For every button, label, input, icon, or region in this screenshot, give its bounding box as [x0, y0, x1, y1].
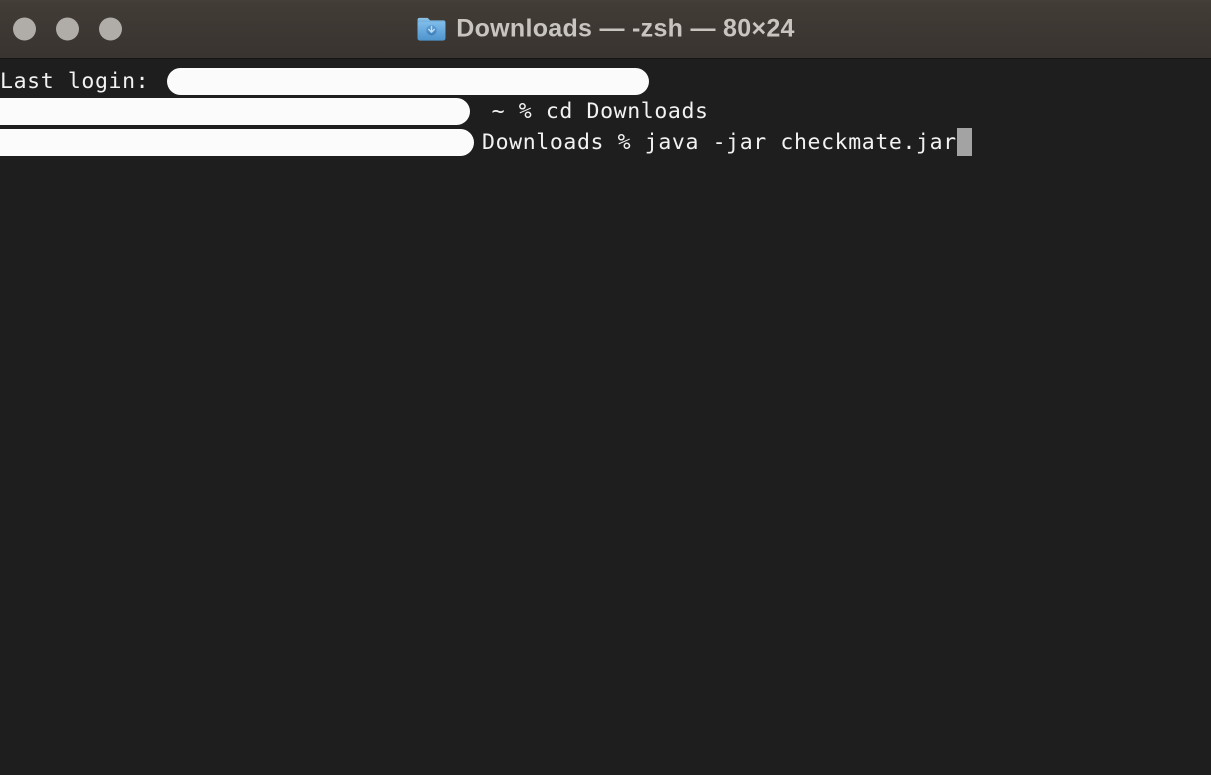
terminal-line-cd-downloads: ~ % cd Downloads	[0, 96, 1211, 126]
terminal-text-prefix: Last login:	[0, 68, 150, 94]
terminal-line-last-login: Last login:	[0, 66, 1211, 96]
window-title: Downloads — -zsh — 80×24	[456, 14, 795, 43]
downloads-folder-icon	[417, 17, 446, 41]
redaction-bar	[0, 128, 474, 156]
minimize-button[interactable]	[56, 17, 79, 41]
redaction-bar	[167, 67, 650, 95]
terminal-window: Downloads — -zsh — 80×24 Last login: ~ %…	[0, 0, 1211, 775]
terminal-screen[interactable]: Last login: ~ % cd Downloads Downloads %…	[0, 59, 1211, 775]
zoom-button[interactable]	[99, 17, 122, 41]
terminal-line-java-jar: Downloads % java -jar checkmate.jar	[0, 127, 1211, 157]
window-controls	[13, 17, 122, 41]
close-button[interactable]	[13, 17, 36, 41]
terminal-cursor	[956, 128, 972, 156]
terminal-text-command: ~ % cd Downloads	[478, 98, 709, 124]
title-block: Downloads — -zsh — 80×24	[0, 15, 1211, 44]
redaction-bar	[0, 97, 470, 125]
terminal-text-command: Downloads % java -jar checkmate.jar	[482, 129, 957, 155]
title-bar[interactable]: Downloads — -zsh — 80×24	[0, 0, 1211, 59]
